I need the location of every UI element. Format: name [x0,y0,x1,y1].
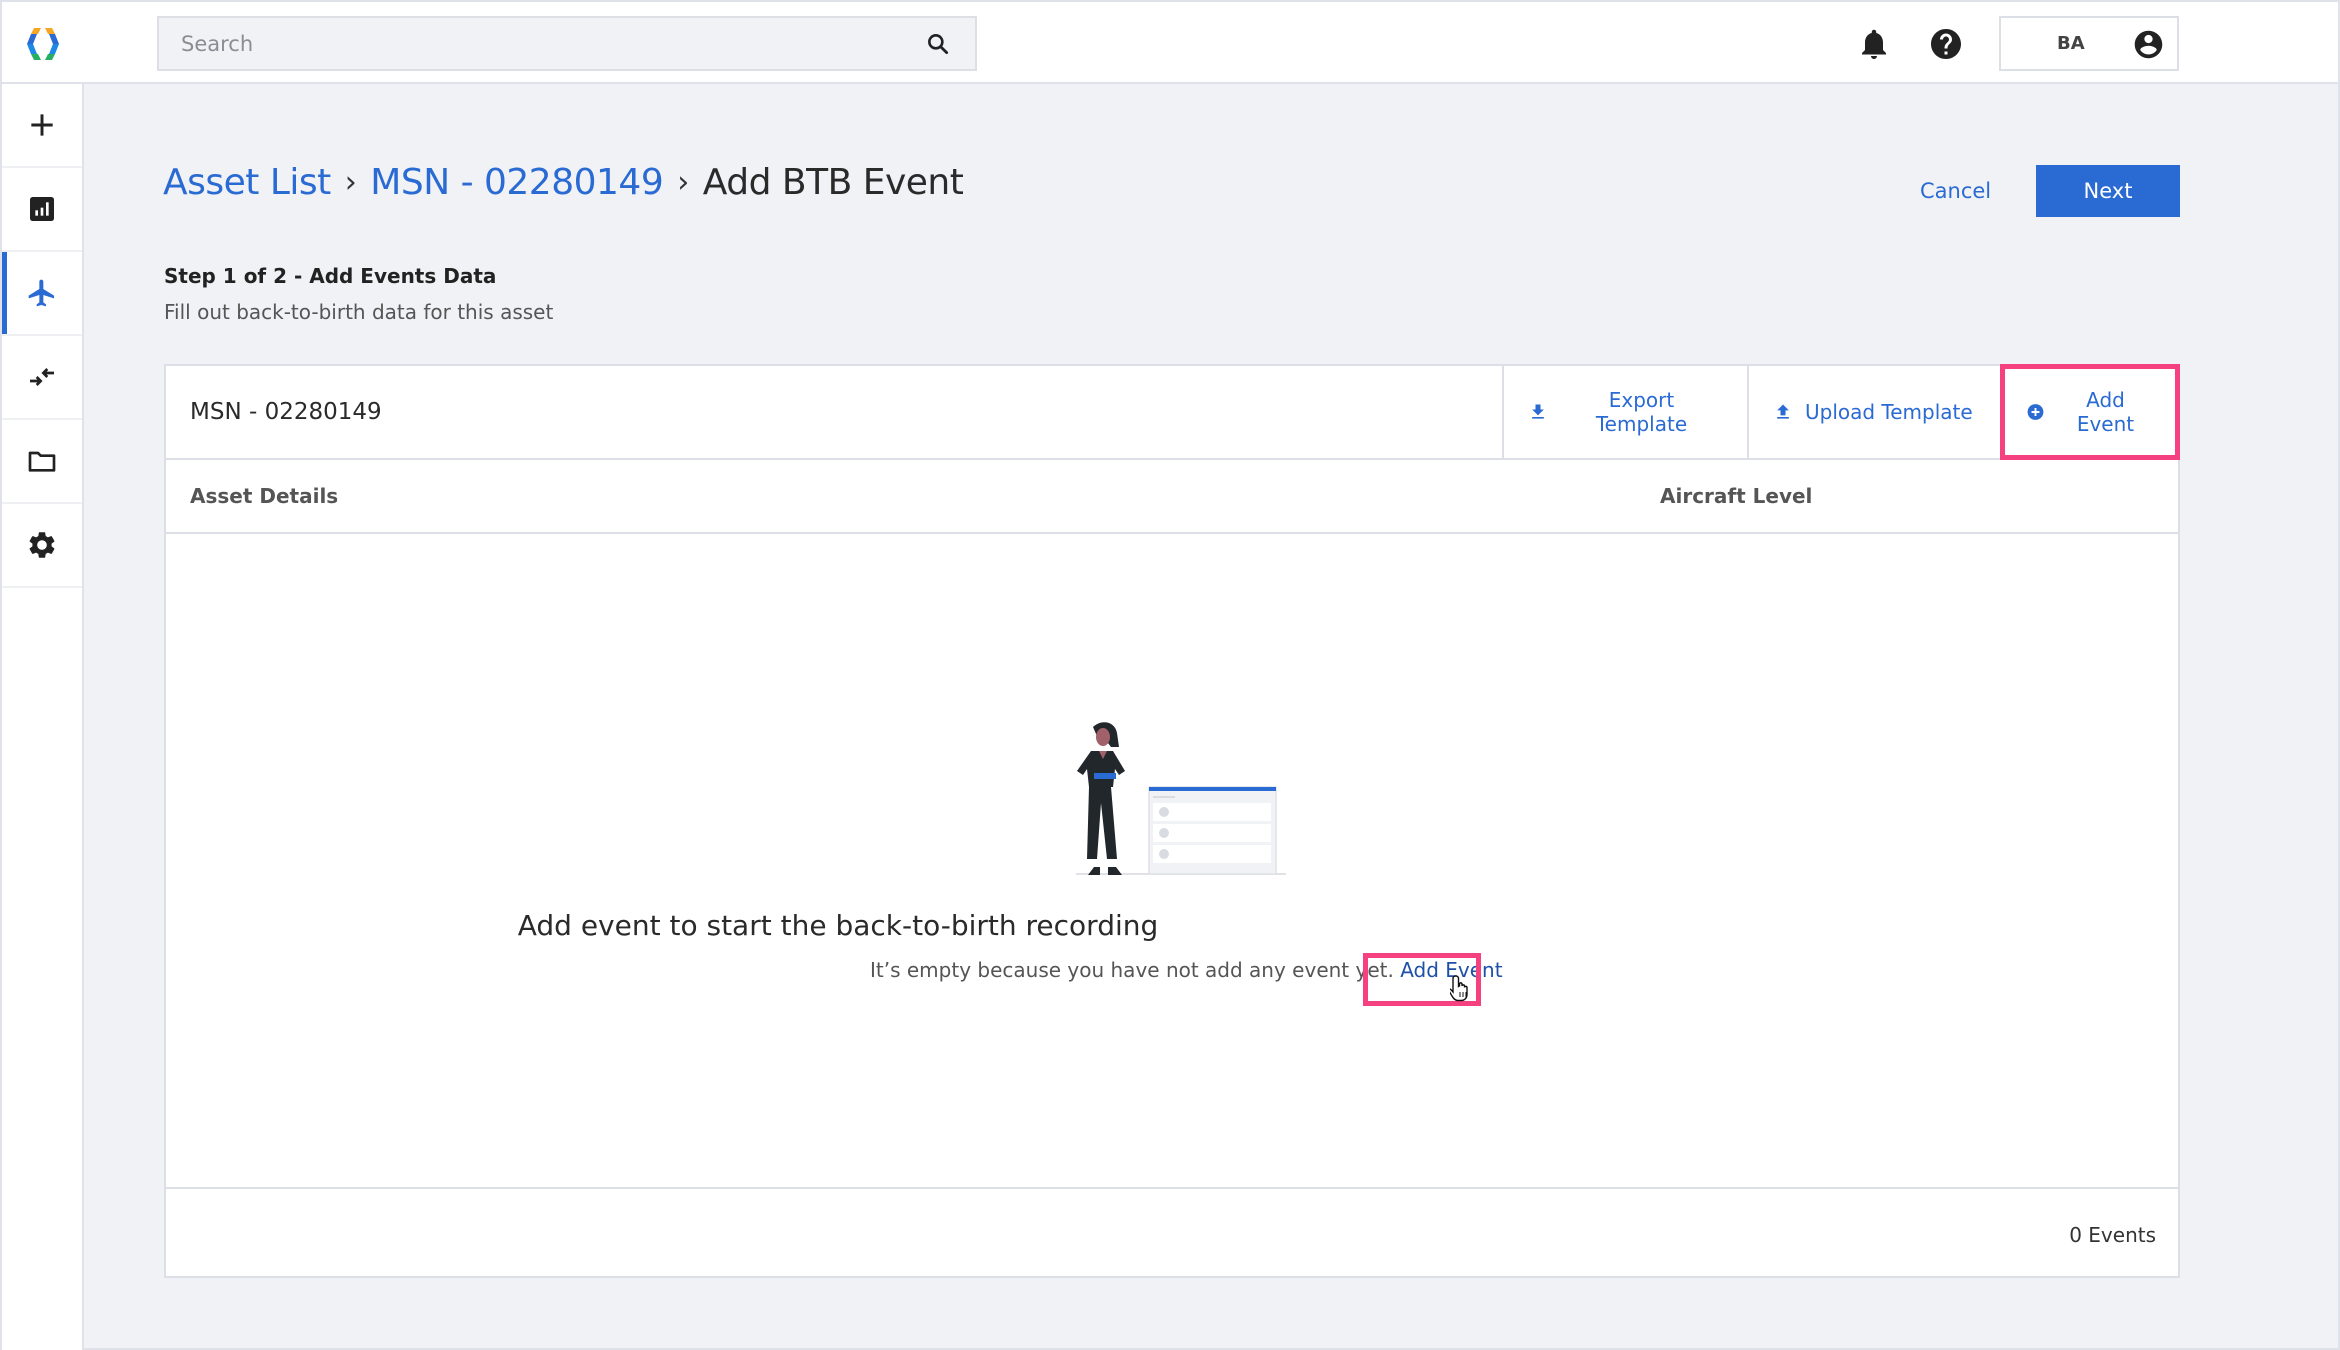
page-title: Add BTB Event [702,162,964,203]
search-icon[interactable] [925,31,951,57]
next-button[interactable]: Next [2036,165,2180,217]
column-aircraft-level: Aircraft Level [1660,484,1813,508]
breadcrumb-msn[interactable]: MSN - 02280149 [370,162,663,203]
download-icon [1532,404,1544,419]
breadcrumb-separator: › [344,165,357,200]
events-card: MSN - 02280149 Export Template Upload Te… [164,364,2180,1278]
swap-arrows-icon [30,368,54,386]
asset-title: MSN - 02280149 [190,399,382,425]
export-template-button[interactable]: Export Template [1502,366,1747,458]
step-title: Step 1 of 2 - Add Events Data [164,264,497,288]
empty-state-message: It’s empty because you have not add any … [870,958,1503,982]
user-initials: BA [2057,33,2085,54]
sidebar-item-settings[interactable] [2,504,82,588]
chart-icon [30,197,54,221]
account-icon [2134,30,2163,59]
event-count: 0 Events [2069,1223,2156,1247]
plus-icon [31,114,53,136]
bell-icon[interactable] [1856,26,1892,62]
sidebar-item-transfers[interactable] [2,336,82,420]
plus-circle-icon [2027,404,2044,420]
empty-state-add-event-link[interactable]: Add Event [1400,958,1502,982]
logo-icon[interactable] [24,26,62,62]
airplane-icon [28,279,54,307]
breadcrumb-separator: › [677,165,689,200]
empty-state-illustration [1076,722,1286,875]
sidebar [2,84,84,1350]
table-header: Asset Details Aircraft Level [166,460,2178,534]
gear-icon [29,532,55,558]
export-template-label: Export Template [1595,388,1688,436]
sidebar-item-create[interactable] [2,84,82,168]
column-asset-details: Asset Details [190,484,339,508]
user-menu[interactable]: BA [1999,16,2179,71]
sidebar-item-assets[interactable] [2,252,82,336]
sidebar-item-dashboard[interactable] [2,168,82,252]
add-event-button[interactable]: Add Event [2000,366,2178,458]
upload-template-label: Upload Template [1805,400,1973,424]
empty-state-title: Add event to start the back-to-birth rec… [517,909,1159,942]
breadcrumb: Asset List › MSN - 02280149 › Add BTB Ev… [163,162,964,203]
breadcrumb-asset-list[interactable]: Asset List [163,162,331,203]
step-subtitle: Fill out back-to-birth data for this ass… [164,300,554,324]
card-footer: 0 Events [166,1191,2178,1276]
upload-template-button[interactable]: Upload Template [1747,366,2000,458]
add-event-label: Add Event [2076,388,2135,436]
empty-state: Add event to start the back-to-birth rec… [166,534,2178,1189]
folder-icon [28,451,56,472]
search-box [157,16,977,71]
help-icon[interactable] [1928,26,1964,62]
empty-state-text: It’s empty because you have not add any … [870,958,1394,982]
upload-icon [1777,404,1789,419]
top-bar: BA [2,2,2338,84]
search-input[interactable] [159,18,925,69]
cancel-button[interactable]: Cancel [1902,165,2009,217]
card-header: MSN - 02280149 Export Template Upload Te… [166,366,2178,460]
sidebar-item-documents[interactable] [2,420,82,504]
